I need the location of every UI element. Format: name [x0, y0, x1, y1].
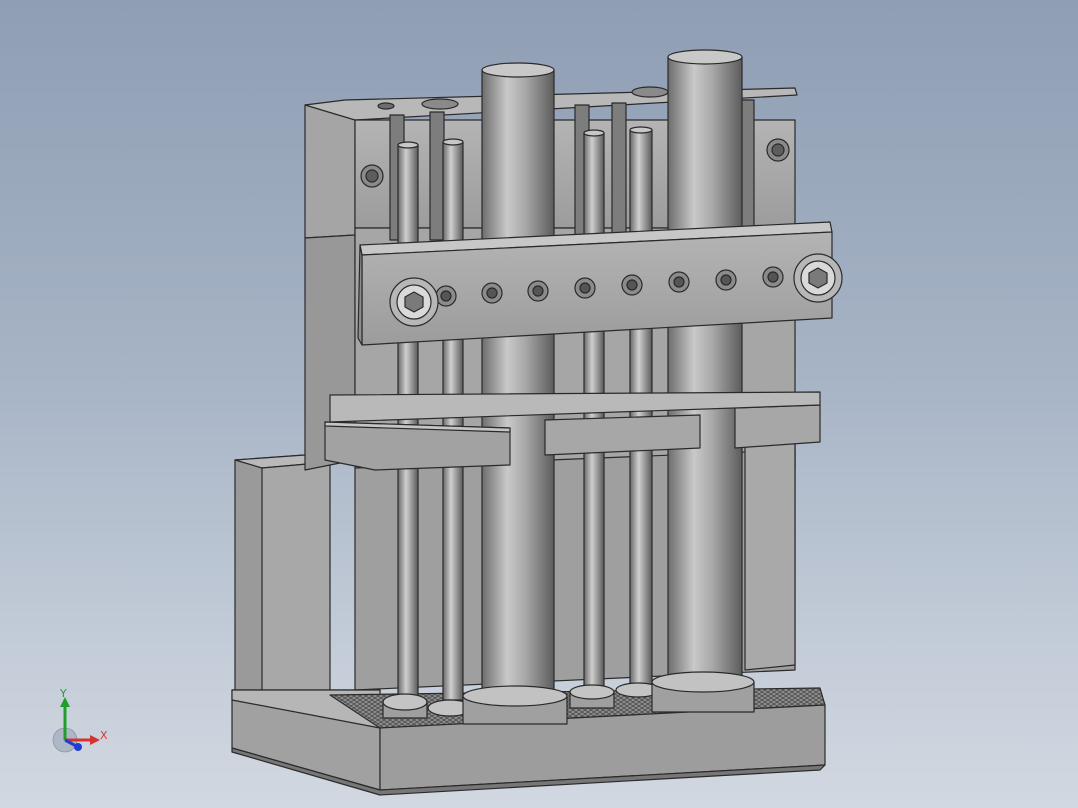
y-axis-label: Y	[60, 687, 67, 700]
x-axis-label: X	[100, 729, 108, 742]
graphics-viewport[interactable]: Y X	[0, 0, 1078, 808]
cad-model[interactable]	[0, 0, 1078, 808]
axis-triad: Y X	[50, 685, 120, 755]
